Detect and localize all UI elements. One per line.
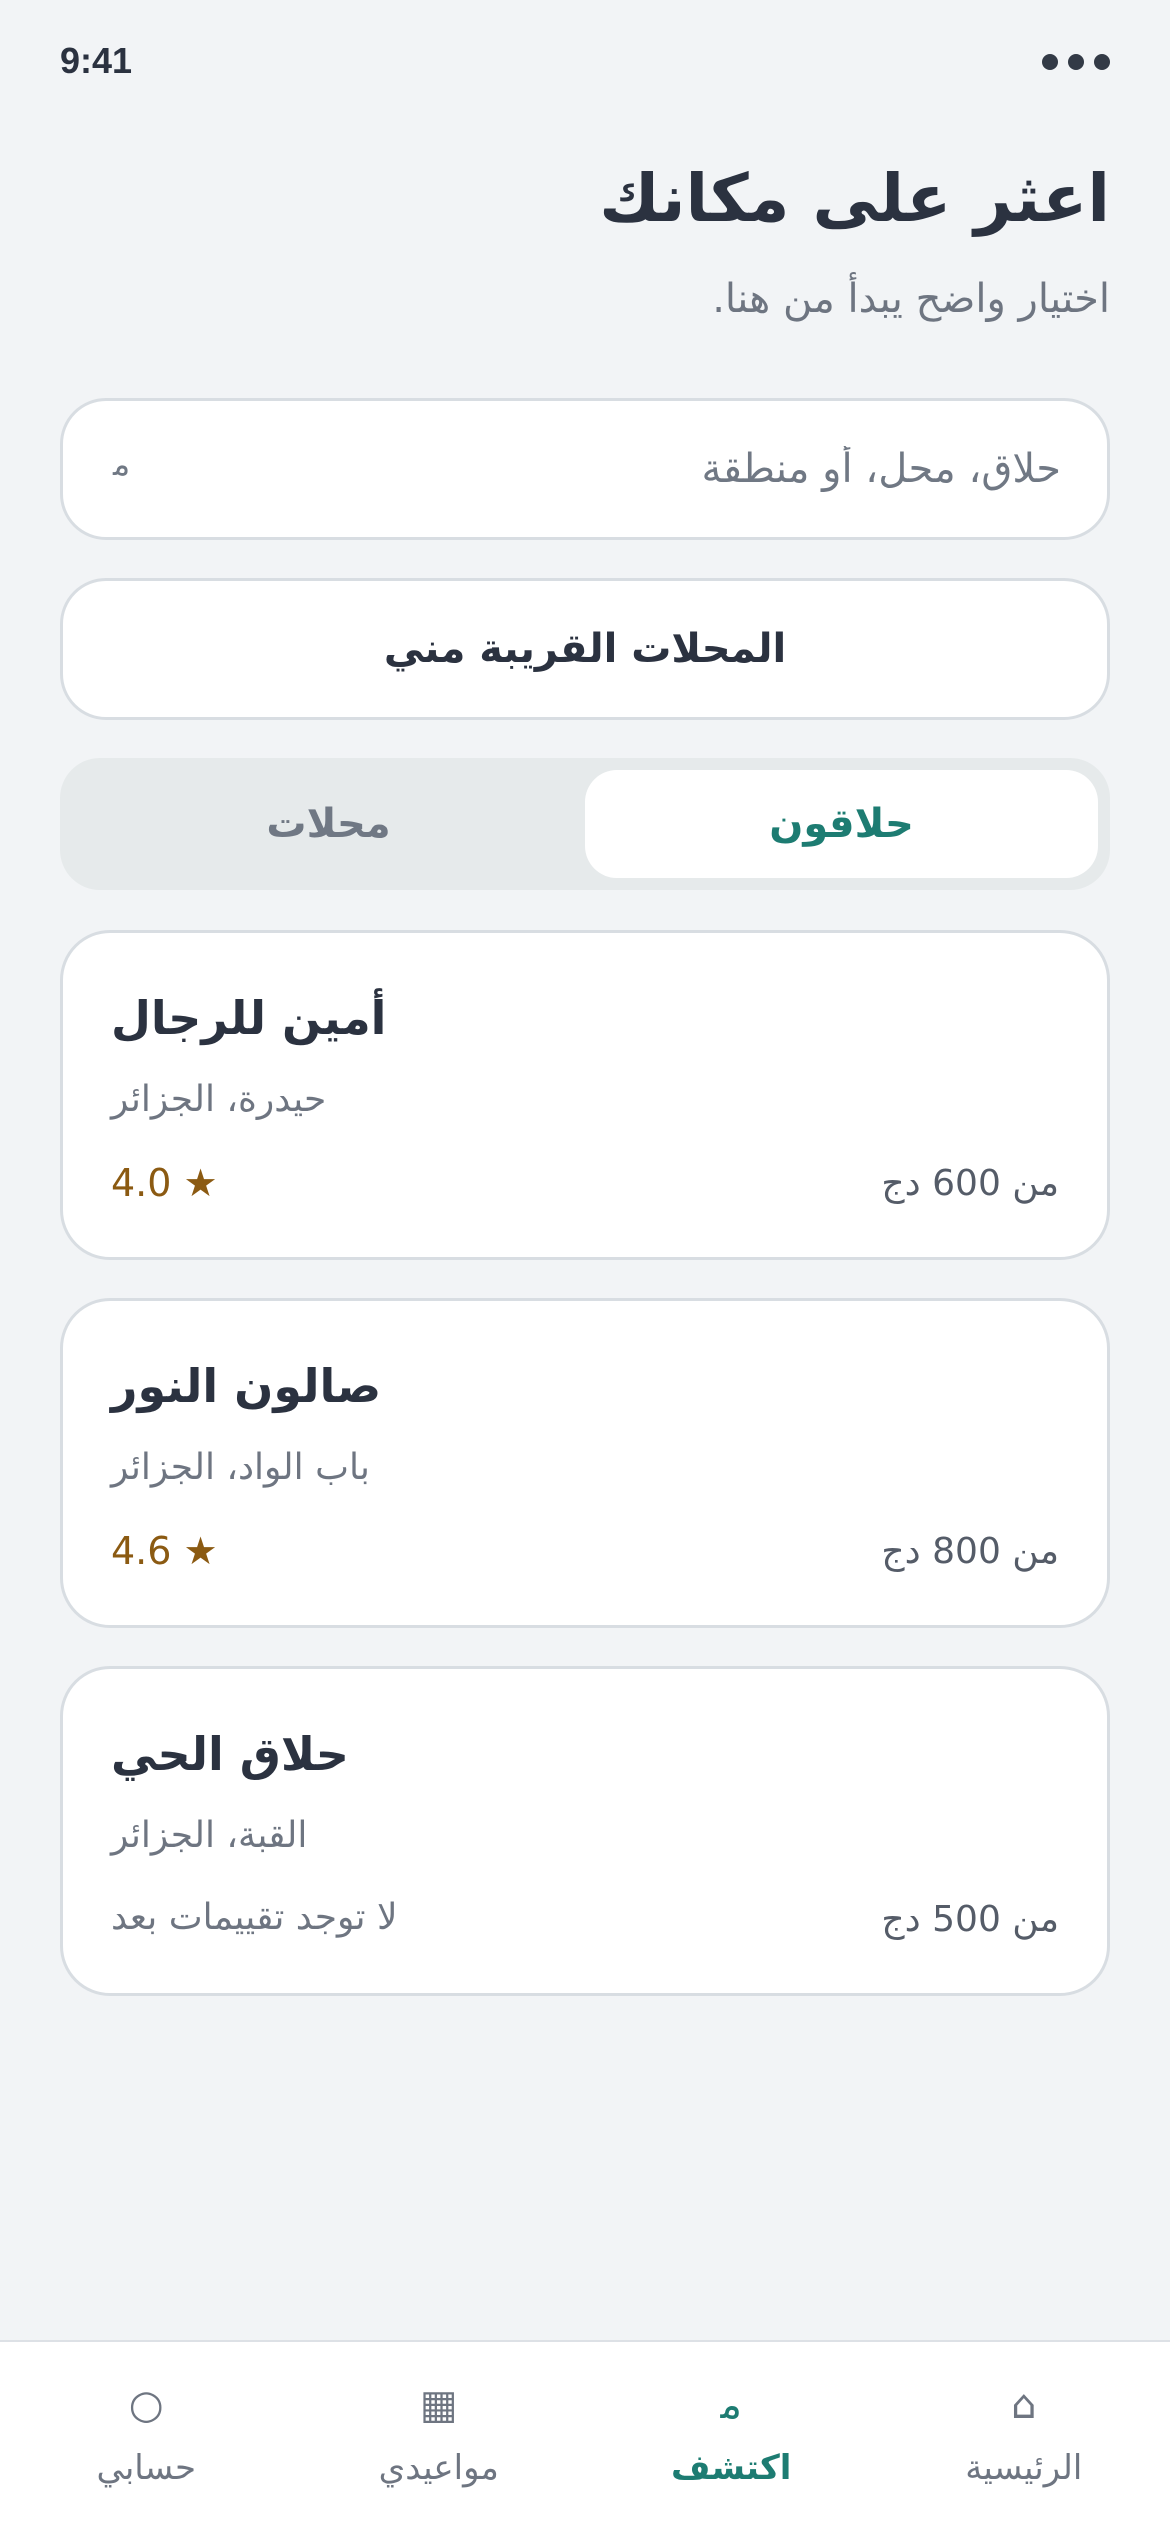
search-icon[interactable]: ﻣ bbox=[113, 445, 130, 483]
calendar-icon: ▦ bbox=[419, 2382, 458, 2428]
nearby-shops-button[interactable]: المحلات القريبة مني bbox=[60, 578, 1110, 720]
discover-screen: 9:41 اعثر على مكانك اختيار واضح يبدأ من … bbox=[0, 0, 1170, 2532]
shop-location: حيدرة، الجزائر bbox=[111, 1079, 327, 1120]
home-icon: ⌂ bbox=[1011, 2382, 1037, 2428]
shop-rating: 4.0 ★ bbox=[111, 1161, 218, 1205]
bottom-nav: ⌂ الرئيسية ﻣ اكتشف ▦ مواعيدي ○ حسابي bbox=[0, 2340, 1170, 2532]
shop-price: من 500 دج bbox=[881, 1899, 1059, 1940]
dot bbox=[1042, 54, 1058, 70]
nav-item-account[interactable]: ○ حسابي bbox=[0, 2342, 293, 2532]
page-subtitle: اختيار واضح يبدأ من هنا. bbox=[712, 276, 1110, 322]
category-tabs: حلاقون محلات bbox=[60, 758, 1110, 890]
status-time: 9:41 bbox=[60, 40, 133, 81]
shop-name: صالون النور bbox=[111, 1359, 382, 1413]
result-card[interactable]: صالون النور باب الواد، الجزائر 4.6 ★ من … bbox=[60, 1298, 1110, 1628]
shop-price: من 800 دج bbox=[881, 1531, 1059, 1572]
shop-name: أمين للرجال bbox=[111, 991, 387, 1045]
more-options-icon[interactable] bbox=[1042, 54, 1110, 70]
shop-location: القبة، الجزائر bbox=[111, 1815, 308, 1856]
nav-label: اكتشف bbox=[671, 2448, 792, 2488]
search-icon: ﻣ bbox=[720, 2382, 742, 2428]
result-card[interactable]: حلاق الحي القبة، الجزائر لا توجد تقييمات… bbox=[60, 1666, 1110, 1996]
shop-rating: 4.6 ★ bbox=[111, 1529, 218, 1573]
shop-price: من 600 دج bbox=[881, 1163, 1059, 1204]
profile-icon: ○ bbox=[128, 2382, 164, 2428]
shop-name: حلاق الحي bbox=[111, 1727, 349, 1781]
shop-rating: لا توجد تقييمات بعد bbox=[111, 1897, 398, 1938]
nav-label: حسابي bbox=[96, 2448, 197, 2488]
nav-item-home[interactable]: ⌂ الرئيسية bbox=[878, 2342, 1170, 2532]
nav-label: مواعيدي bbox=[378, 2448, 499, 2488]
page-title: اعثر على مكانك bbox=[599, 160, 1110, 237]
search-box[interactable]: ﻣ bbox=[60, 398, 1110, 540]
status-bar: 9:41 bbox=[60, 40, 1110, 92]
tab-barbers[interactable]: حلاقون bbox=[585, 770, 1098, 878]
search-input[interactable] bbox=[261, 401, 1061, 537]
nav-item-discover[interactable]: ﻣ اكتشف bbox=[585, 2342, 878, 2532]
dot bbox=[1094, 54, 1110, 70]
result-card[interactable]: أمين للرجال حيدرة، الجزائر 4.0 ★ من 600 … bbox=[60, 930, 1110, 1260]
nav-item-appointments[interactable]: ▦ مواعيدي bbox=[293, 2342, 586, 2532]
shop-location: باب الواد، الجزائر bbox=[111, 1447, 370, 1488]
nav-label: الرئيسية bbox=[965, 2448, 1083, 2488]
tab-shops[interactable]: محلات bbox=[72, 770, 585, 878]
dot bbox=[1068, 54, 1084, 70]
